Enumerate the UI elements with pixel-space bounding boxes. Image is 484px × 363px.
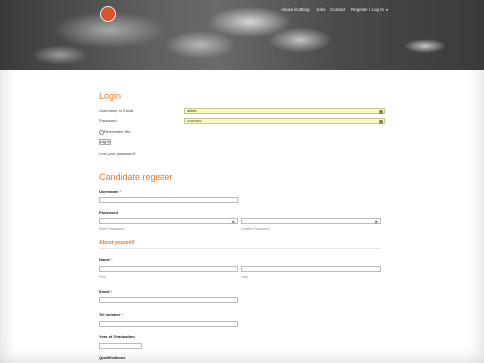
confirm-password-hint: Confirm Password — [241, 227, 270, 231]
nav-item-about[interactable]: About loc8ting — [281, 7, 310, 12]
login-username-input[interactable]: admin — [184, 108, 385, 114]
email-label-text: Email — [99, 289, 110, 294]
eye-icon[interactable]: ◉ — [232, 219, 236, 224]
first-name-hint: First — [99, 275, 106, 279]
required-marker: * — [121, 312, 123, 317]
nav-item-contact[interactable]: Contact — [330, 7, 346, 12]
login-button[interactable]: Log In — [99, 139, 111, 145]
required-marker: * — [119, 189, 122, 194]
nav-item-register[interactable]: Register / Log In ▾ — [351, 7, 388, 12]
tel-label: Tel number * — [99, 312, 123, 317]
required-marker: * — [110, 289, 113, 294]
last-name-hint: Last — [241, 275, 248, 279]
password-label: Password — [99, 118, 117, 123]
eye-icon[interactable]: ◉ — [375, 219, 379, 224]
nav-register-label: Register / Log In — [351, 7, 385, 12]
logo-icon[interactable] — [100, 6, 116, 22]
tel-label-text: Tel number — [99, 312, 121, 317]
register-username-label-text: Username — [99, 189, 119, 194]
graduation-year-input[interactable] — [99, 343, 142, 349]
email-input[interactable] — [99, 297, 238, 303]
first-name-input[interactable] — [99, 266, 238, 272]
hero-banner: About loc8ting Jobs Contact Register / L… — [0, 0, 484, 70]
login-password-value: •••••••••••• — [187, 119, 202, 123]
qualifications-label: Qualifications — [99, 355, 126, 360]
last-name-input[interactable] — [241, 266, 381, 272]
enter-password-hint: Enter Password — [99, 227, 124, 231]
register-username-label: Username * — [99, 189, 121, 194]
login-username-value: admin — [187, 109, 197, 113]
email-label: Email * — [99, 289, 112, 294]
register-username-input[interactable] — [99, 197, 238, 203]
login-title: Login — [99, 91, 122, 101]
remember-me-label: Remember Me — [104, 129, 131, 134]
autofill-icon[interactable] — [379, 119, 383, 124]
username-label: Username or Email — [99, 108, 134, 113]
login-password-input[interactable]: •••••••••••• — [184, 118, 385, 124]
about-yourself-title: About yourself — [99, 240, 135, 246]
register-password-label: Password — [99, 210, 118, 215]
name-label: Name * — [99, 257, 113, 262]
required-marker: * — [111, 257, 113, 262]
autofill-icon[interactable] — [379, 109, 383, 114]
chevron-down-icon: ▾ — [386, 7, 389, 12]
register-password-input[interactable]: ◉ — [99, 218, 238, 224]
page: About loc8ting Jobs Contact Register / L… — [0, 0, 484, 363]
lost-password-link[interactable]: Lost your password? — [99, 151, 136, 156]
name-label-text: Name — [99, 257, 110, 262]
tel-input[interactable] — [99, 321, 238, 327]
graduation-year-label: Year of Graduation — [99, 334, 135, 339]
divider — [99, 248, 381, 249]
nav-item-jobs[interactable]: Jobs — [316, 7, 326, 12]
register-title: Candidate register — [99, 172, 173, 182]
register-confirm-password-input[interactable]: ◉ — [241, 218, 381, 224]
